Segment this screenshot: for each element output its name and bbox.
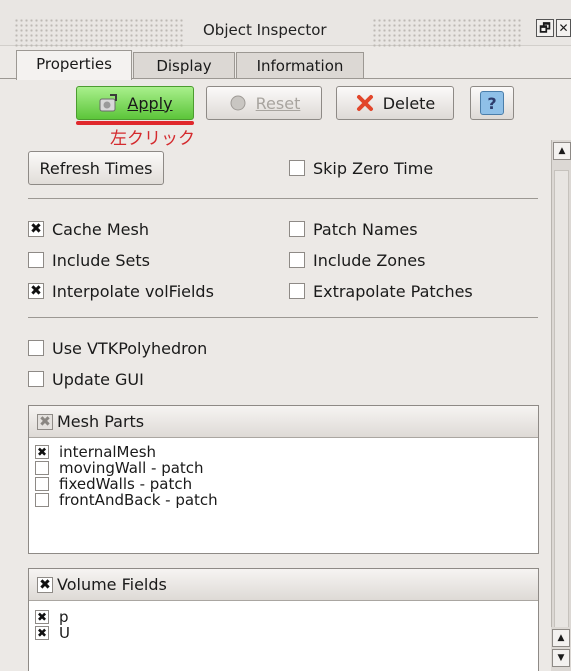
volume-fields-list[interactable]: ✖ Volume Fields ✖ p ✖ U	[28, 568, 539, 671]
checkbox-label: Skip Zero Time	[313, 158, 434, 178]
checkbox-label: Cache Mesh	[52, 219, 149, 239]
include-sets-checkbox[interactable]: Include Sets	[28, 249, 150, 271]
checkbox-box[interactable]	[289, 283, 305, 299]
header-checkbox[interactable]: ✖	[37, 413, 53, 430]
volume-fields-header[interactable]: ✖ Volume Fields	[29, 569, 538, 601]
reset-label: Reset	[255, 93, 301, 113]
list-item[interactable]: fixedWalls - patch	[29, 475, 538, 493]
tab-display[interactable]: Display	[133, 52, 235, 78]
interpolate-volfields-checkbox[interactable]: ✖ Interpolate volFields	[28, 280, 214, 302]
header-label: Volume Fields	[57, 575, 167, 594]
list-item[interactable]: ✖ internalMesh	[29, 443, 538, 461]
checkbox-label: Interpolate volFields	[52, 281, 214, 301]
list-item-label: U	[59, 624, 70, 642]
checkbox-box[interactable]	[289, 252, 305, 268]
checkbox-box[interactable]	[28, 252, 44, 268]
cache-mesh-checkbox[interactable]: ✖ Cache Mesh	[28, 218, 149, 240]
checkbox-label: Extrapolate Patches	[313, 281, 473, 301]
annotation-left-click: 左クリック	[110, 129, 195, 149]
checkbox-box[interactable]: ✖	[35, 445, 49, 459]
mesh-parts-header[interactable]: ✖ Mesh Parts	[29, 406, 538, 438]
mesh-parts-list[interactable]: ✖ Mesh Parts ✖ internalMesh movingWall -…	[28, 405, 539, 554]
delete-label: Delete	[382, 93, 436, 113]
close-window-icon[interactable]: ✕	[556, 19, 571, 37]
use-vtkpolyhedron-checkbox[interactable]: Use VTKPolyhedron	[28, 337, 207, 359]
header-label: Mesh Parts	[57, 412, 145, 431]
checkbox-box[interactable]	[28, 340, 44, 356]
grip-pattern-right	[372, 18, 522, 48]
refresh-times-button[interactable]: Refresh Times	[28, 151, 164, 185]
scroll-down-arrow-icon[interactable]: ▼	[552, 649, 570, 667]
delete-button[interactable]: Delete	[336, 86, 454, 120]
patch-names-checkbox[interactable]: Patch Names	[289, 218, 418, 240]
window-title: Object Inspector	[203, 21, 327, 39]
checkbox-box[interactable]: ✖	[35, 626, 49, 640]
help-button[interactable]: ?	[470, 86, 514, 120]
list-item[interactable]: ✖ p	[29, 608, 538, 626]
tab-properties[interactable]: Properties	[16, 50, 132, 80]
checkbox-box[interactable]: ✖	[28, 221, 44, 237]
checkbox-box[interactable]	[28, 371, 44, 387]
separator	[28, 317, 538, 318]
checkbox-label: Include Zones	[313, 250, 426, 270]
tab-information[interactable]: Information	[236, 52, 364, 78]
scroll-up-arrow-icon[interactable]: ▲	[552, 629, 570, 647]
update-gui-checkbox[interactable]: Update GUI	[28, 368, 144, 390]
checkbox-label: Include Sets	[52, 250, 150, 270]
checkbox-box[interactable]	[35, 461, 49, 475]
checkbox-box[interactable]	[289, 160, 305, 176]
title-bar[interactable]: Object Inspector 🗗 ✕	[0, 0, 571, 48]
reset-button[interactable]: Reset	[206, 86, 322, 120]
checkbox-box[interactable]: ✖	[28, 283, 44, 299]
include-zones-checkbox[interactable]: Include Zones	[289, 249, 425, 271]
list-item[interactable]: frontAndBack - patch	[29, 491, 538, 509]
checkbox-box[interactable]	[35, 477, 49, 491]
scroll-up-arrow-icon[interactable]: ▲	[553, 142, 571, 160]
list-item-label: frontAndBack - patch	[59, 491, 218, 509]
apply-icon	[99, 94, 118, 112]
float-window-icon[interactable]: 🗗	[536, 19, 554, 37]
inner-scrollbar[interactable]: ▲ ▼	[551, 627, 571, 671]
checkbox-label: Update GUI	[52, 369, 144, 389]
delete-icon	[356, 95, 373, 111]
checkbox-box[interactable]	[35, 493, 49, 507]
skip-zero-time-checkbox[interactable]: Skip Zero Time	[289, 157, 433, 179]
checkbox-label: Use VTKPolyhedron	[52, 338, 208, 358]
apply-button[interactable]: Apply	[76, 86, 194, 120]
reset-icon	[230, 95, 246, 111]
extrapolate-patches-checkbox[interactable]: Extrapolate Patches	[289, 280, 473, 302]
checkbox-label: Patch Names	[313, 219, 418, 239]
checkbox-box[interactable]: ✖	[35, 610, 49, 624]
separator	[28, 198, 538, 199]
scroll-thumb[interactable]	[554, 170, 569, 650]
header-checkbox[interactable]: ✖	[37, 576, 53, 593]
checkbox-box[interactable]	[289, 221, 305, 237]
vertical-scrollbar[interactable]: ▲	[551, 140, 571, 671]
list-item[interactable]: movingWall - patch	[29, 459, 538, 477]
grip-pattern-left	[14, 18, 184, 48]
list-item[interactable]: ✖ U	[29, 624, 538, 642]
help-icon: ?	[480, 91, 504, 115]
apply-label: Apply	[127, 93, 173, 113]
